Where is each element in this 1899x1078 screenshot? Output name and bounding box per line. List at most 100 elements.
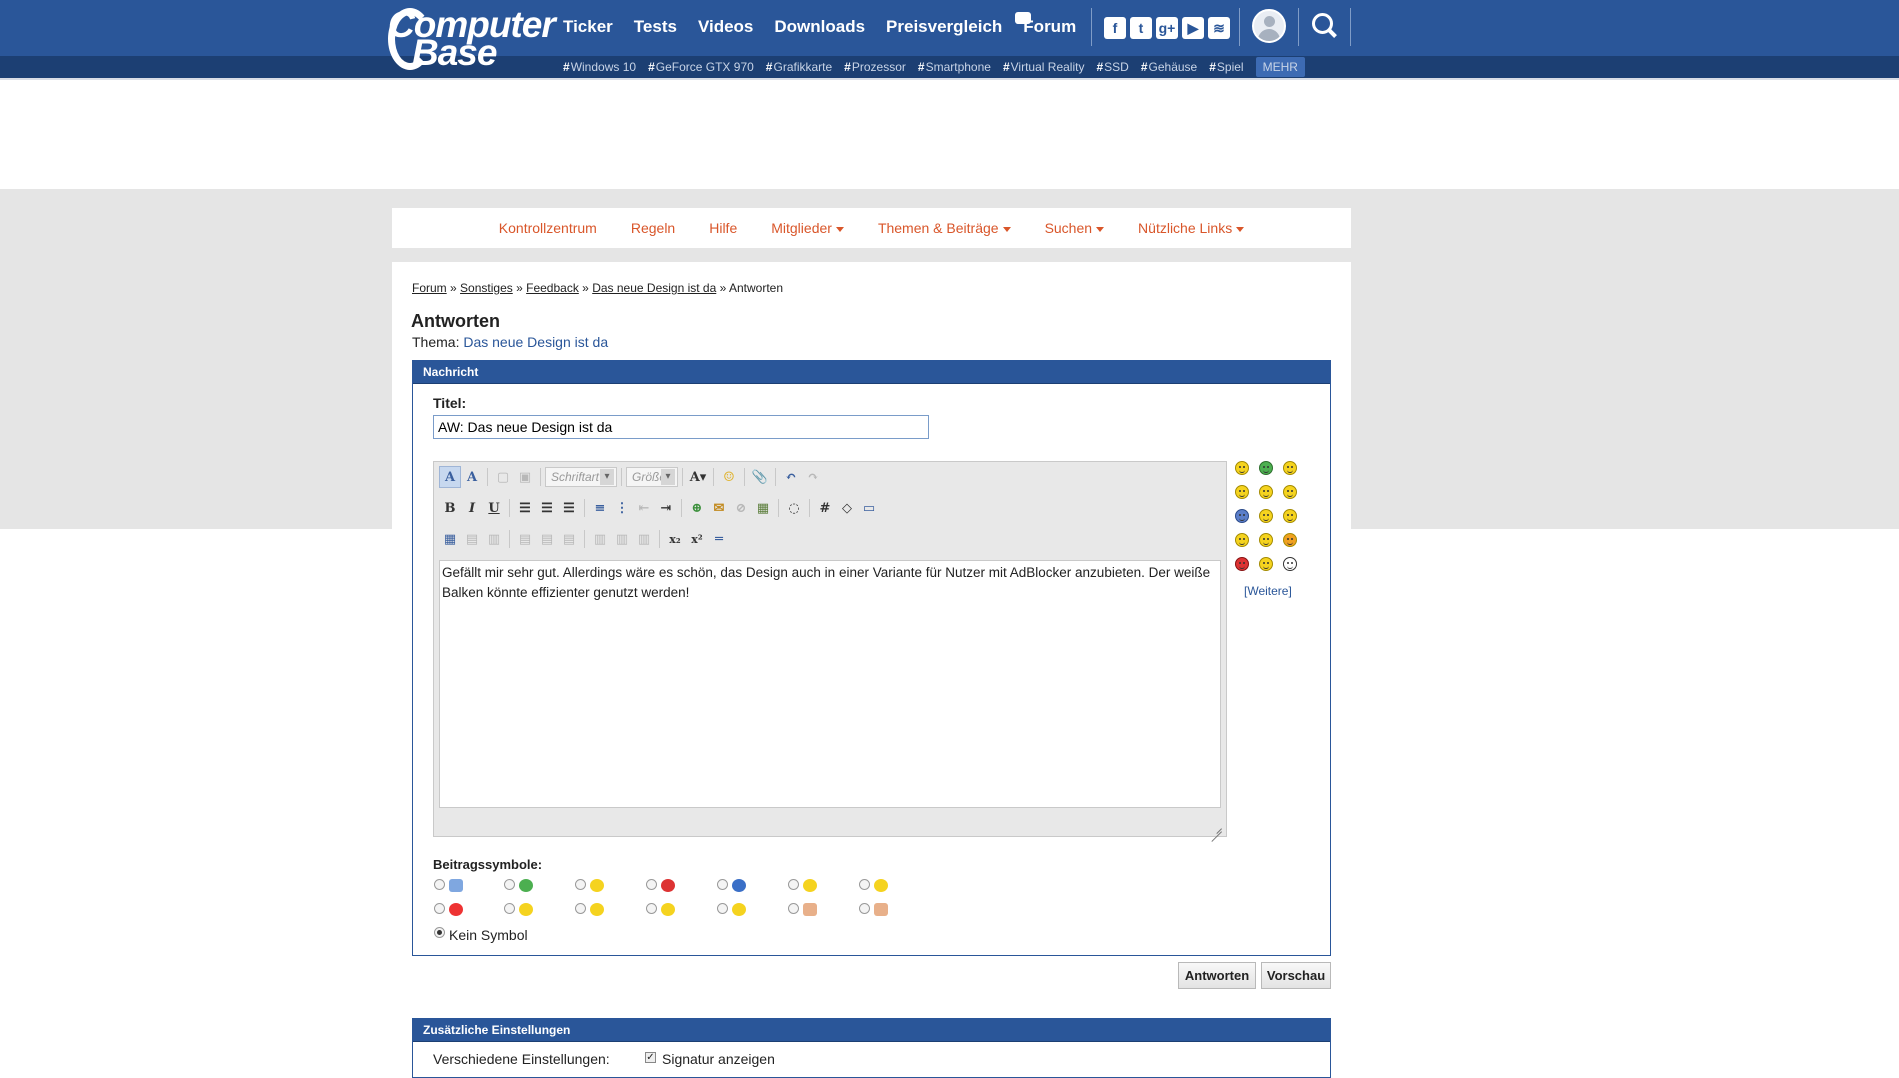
google-plus-icon[interactable]: g+ [1156, 17, 1178, 39]
post-icon-radio[interactable] [646, 903, 657, 914]
subnav-themen-beitraege[interactable]: Themen & Beiträge [878, 220, 1011, 236]
insert-row-below-icon[interactable]: ▤ [536, 528, 558, 550]
nav-preisvergleich[interactable]: Preisvergleich [886, 14, 1002, 40]
text-color-icon[interactable]: A▾ [687, 466, 709, 488]
post-icon-radio[interactable] [788, 879, 799, 890]
post-icon-radio[interactable] [434, 879, 445, 890]
message-textarea[interactable]: Gefällt mir sehr gut. Allerdings wäre es… [439, 560, 1221, 808]
post-icon-radio[interactable] [504, 903, 515, 914]
subnav-mitglieder[interactable]: Mitglieder [771, 220, 844, 236]
horizontal-rule-icon[interactable]: ═ [708, 528, 730, 550]
post-icon-radio[interactable] [788, 903, 799, 914]
italic-icon[interactable]: I [461, 497, 483, 519]
unlink-icon[interactable]: ⊘ [730, 497, 752, 519]
smiley-icon[interactable]: ☺ [718, 466, 740, 488]
search-icon[interactable] [1312, 13, 1338, 39]
subscript-icon[interactable]: x₂ [664, 528, 686, 550]
tag-link[interactable]: #GeForce GTX 970 [648, 60, 754, 74]
insert-column-right-icon[interactable]: ▥ [611, 528, 633, 550]
subnav-nuetzliche-links[interactable]: Nützliche Links [1138, 220, 1245, 236]
smilie-icon[interactable] [1259, 533, 1273, 547]
hashtag-icon[interactable]: # [814, 497, 836, 519]
smilie-icon[interactable] [1259, 461, 1273, 475]
image-icon[interactable]: ▦ [752, 497, 774, 519]
subnav-kontrollzentrum[interactable]: Kontrollzentrum [499, 220, 597, 236]
outdent-icon[interactable]: ⇤ [633, 497, 655, 519]
table-icon[interactable]: ▦ [439, 528, 461, 550]
tag-link[interactable]: #Grafikkarte [766, 60, 832, 74]
smilie-icon[interactable] [1235, 509, 1249, 523]
nav-tests[interactable]: Tests [634, 14, 677, 40]
undo-icon[interactable]: ↶ [780, 466, 802, 488]
submit-reply-button[interactable]: Antworten [1178, 962, 1256, 989]
more-smilies-link[interactable]: [Weitere] [1244, 584, 1292, 598]
youtube-icon[interactable]: ▶ [1182, 17, 1204, 39]
paste-icon[interactable]: ▣ [514, 466, 536, 488]
subnav-suchen[interactable]: Suchen [1045, 220, 1105, 236]
tag-link[interactable]: #Gehäuse [1141, 60, 1197, 74]
copy-icon[interactable]: ▢ [492, 466, 514, 488]
post-icon-radio[interactable] [859, 903, 870, 914]
tag-link[interactable]: #Prozessor [844, 60, 906, 74]
align-left-icon[interactable]: ☰ [514, 497, 536, 519]
underline-icon[interactable]: U [483, 497, 505, 519]
no-icon-radio[interactable] [434, 927, 445, 938]
smilie-icon[interactable] [1283, 509, 1297, 523]
post-icon-radio[interactable] [859, 879, 870, 890]
superscript-icon[interactable]: x² [686, 528, 708, 550]
nav-forum[interactable]: Forum [1023, 14, 1076, 40]
redo-icon[interactable]: ↷ [802, 466, 824, 488]
subnav-regeln[interactable]: Regeln [631, 220, 675, 236]
tag-link[interactable]: #SSD [1096, 60, 1128, 74]
post-icon-radio[interactable] [575, 879, 586, 890]
signature-checkbox[interactable]: ✓ [645, 1052, 656, 1063]
bold-icon[interactable]: B [439, 497, 461, 519]
tag-link[interactable]: #Windows 10 [563, 60, 636, 74]
post-icon-radio[interactable] [434, 903, 445, 914]
rss-icon[interactable]: ≋ [1208, 17, 1230, 39]
wysiwyg-mode-icon[interactable]: A [439, 466, 461, 488]
table-delete-icon[interactable]: ▥ [483, 528, 505, 550]
attachment-icon[interactable]: 📎 [749, 466, 771, 488]
more-tags-button[interactable]: MEHR [1255, 57, 1305, 77]
link-icon[interactable]: ⊕ [686, 497, 708, 519]
facebook-icon[interactable]: f [1104, 17, 1126, 39]
code-icon[interactable]: ◇ [836, 497, 858, 519]
nav-videos[interactable]: Videos [698, 14, 753, 40]
table-row-icon[interactable]: ▤ [461, 528, 483, 550]
title-input[interactable] [433, 415, 929, 439]
post-icon-radio[interactable] [646, 879, 657, 890]
html-code-icon[interactable]: ▭ [858, 497, 880, 519]
resize-handle-icon[interactable] [1210, 820, 1222, 832]
align-center-icon[interactable]: ☰ [536, 497, 558, 519]
post-icon-radio[interactable] [717, 879, 728, 890]
email-icon[interactable]: ✉ [708, 497, 730, 519]
insert-column-left-icon[interactable]: ▥ [589, 528, 611, 550]
tag-link[interactable]: #Spiel [1209, 60, 1243, 74]
breadcrumb-forum[interactable]: Forum [412, 281, 447, 295]
align-right-icon[interactable]: ☰ [558, 497, 580, 519]
tag-link[interactable]: #Virtual Reality [1003, 60, 1085, 74]
smilie-icon[interactable] [1283, 461, 1297, 475]
smilie-icon[interactable] [1283, 533, 1297, 547]
font-family-select[interactable]: Schriftart [545, 467, 617, 487]
smilie-icon[interactable] [1283, 485, 1297, 499]
post-icon-radio[interactable] [717, 903, 728, 914]
smilie-icon[interactable] [1235, 461, 1249, 475]
delete-column-icon[interactable]: ▥ [633, 528, 655, 550]
smilie-icon[interactable] [1235, 485, 1249, 499]
smilie-icon[interactable] [1235, 557, 1249, 571]
breadcrumb-thread[interactable]: Das neue Design ist da [592, 281, 716, 295]
user-avatar-icon[interactable] [1252, 9, 1286, 43]
post-icon-radio[interactable] [504, 879, 515, 890]
subnav-hilfe[interactable]: Hilfe [709, 220, 737, 236]
indent-icon[interactable]: ⇥ [655, 497, 677, 519]
breadcrumb-feedback[interactable]: Feedback [526, 281, 579, 295]
computerbase-logo[interactable]: Computer Base [388, 4, 556, 76]
topic-link[interactable]: Das neue Design ist da [463, 334, 608, 350]
tag-link[interactable]: #Smartphone [918, 60, 991, 74]
ordered-list-icon[interactable]: ≡ [589, 497, 611, 519]
preview-button[interactable]: Vorschau [1261, 962, 1331, 989]
smilie-icon[interactable] [1283, 557, 1297, 571]
smilie-icon[interactable] [1259, 557, 1273, 571]
